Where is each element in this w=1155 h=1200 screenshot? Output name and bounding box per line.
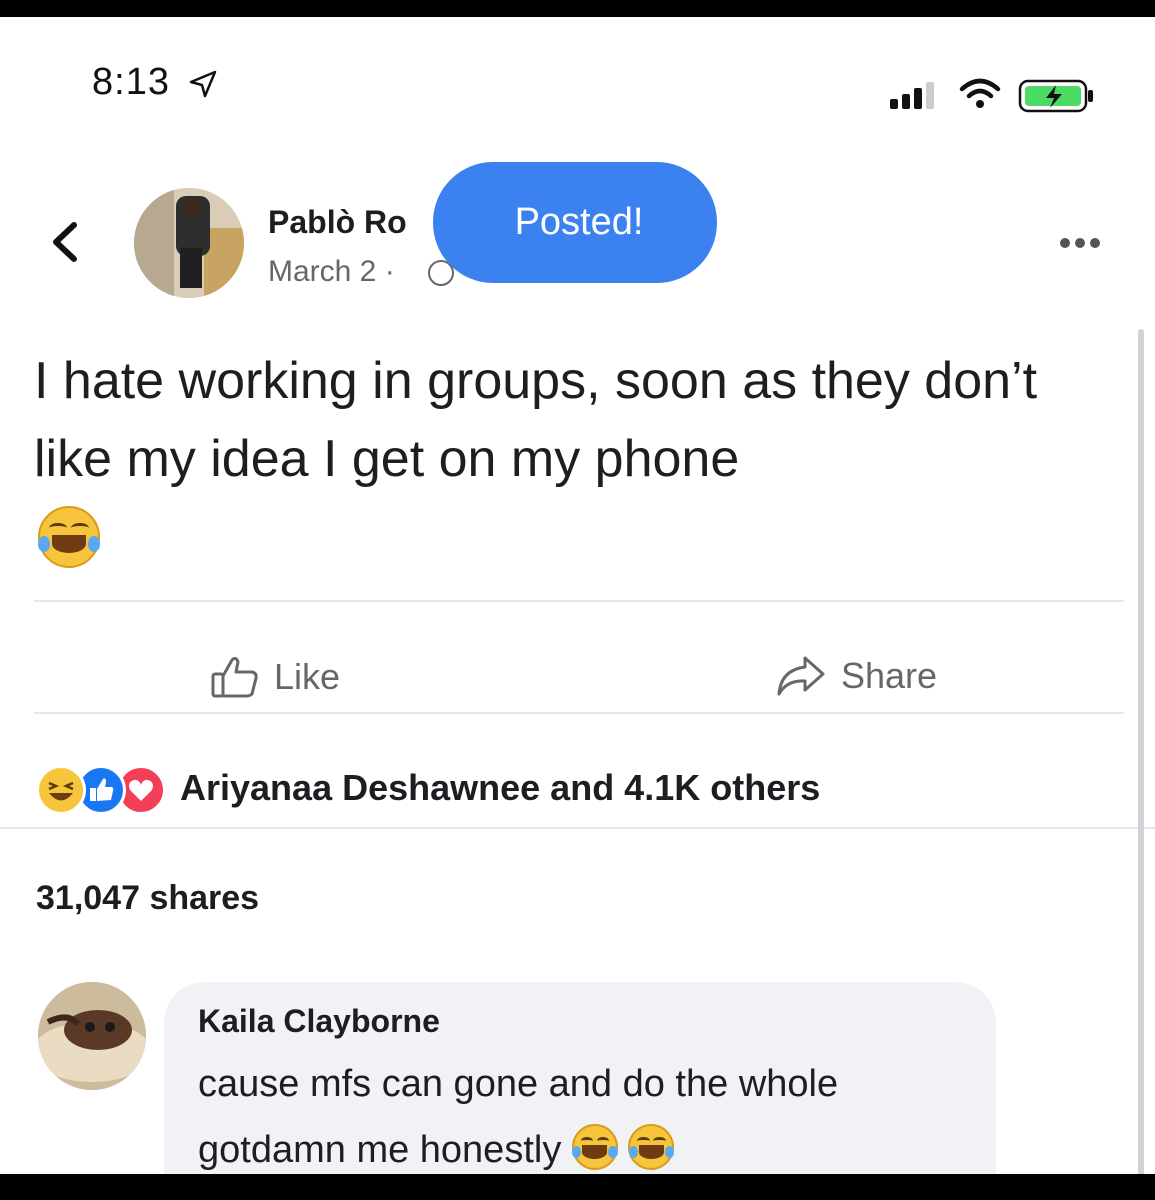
author-avatar[interactable] — [134, 188, 244, 298]
more-icon[interactable] — [1060, 235, 1105, 253]
haha-reaction-icon — [36, 765, 86, 815]
scrollbar[interactable] — [1138, 329, 1144, 1174]
share-button[interactable]: Share — [775, 654, 937, 698]
location-arrow-icon — [189, 70, 217, 98]
reactions-summary[interactable]: Ariyanaa Deshawnee and 4.1K others — [180, 767, 820, 809]
reaction-icons[interactable] — [36, 765, 166, 815]
battery-charging-icon — [1018, 79, 1093, 113]
like-button[interactable]: Like — [210, 654, 340, 700]
divider-bottom — [0, 827, 1155, 829]
laughing-emoji — [37, 506, 101, 568]
comment-text-content: cause mfs can gone and do the whole gotd… — [198, 1063, 839, 1171]
commenter-avatar[interactable] — [38, 982, 146, 1090]
signal-icon — [890, 82, 934, 109]
divider-middle — [34, 712, 1124, 714]
post-date: March 2 · — [268, 255, 395, 288]
status-time: 8:13 — [92, 61, 170, 103]
post-text-content: I hate working in groups, soon as they d… — [34, 352, 1038, 488]
facebook-post-screen: 8:13 Pablò Ro March 2 · Posted! I hate w… — [0, 17, 1155, 1174]
post-text: I hate working in groups, soon as they d… — [34, 342, 1114, 590]
wifi-icon — [959, 78, 1001, 108]
share-icon — [777, 656, 825, 696]
like-label: Like — [274, 656, 341, 697]
divider-top — [34, 600, 1124, 602]
back-chevron-icon[interactable] — [44, 217, 84, 267]
comment-text: cause mfs can gone and do the whole gotd… — [198, 1051, 978, 1174]
laughing-emoji-1 — [571, 1124, 618, 1170]
posted-toast: Posted! — [433, 162, 717, 283]
laughing-emoji-2 — [628, 1124, 675, 1170]
author-name[interactable]: Pablò Ro — [268, 204, 407, 241]
share-label: Share — [841, 655, 938, 696]
shares-count[interactable]: 31,047 shares — [36, 879, 259, 918]
like-icon — [211, 656, 258, 698]
comment-author[interactable]: Kaila Clayborne — [198, 1003, 440, 1040]
